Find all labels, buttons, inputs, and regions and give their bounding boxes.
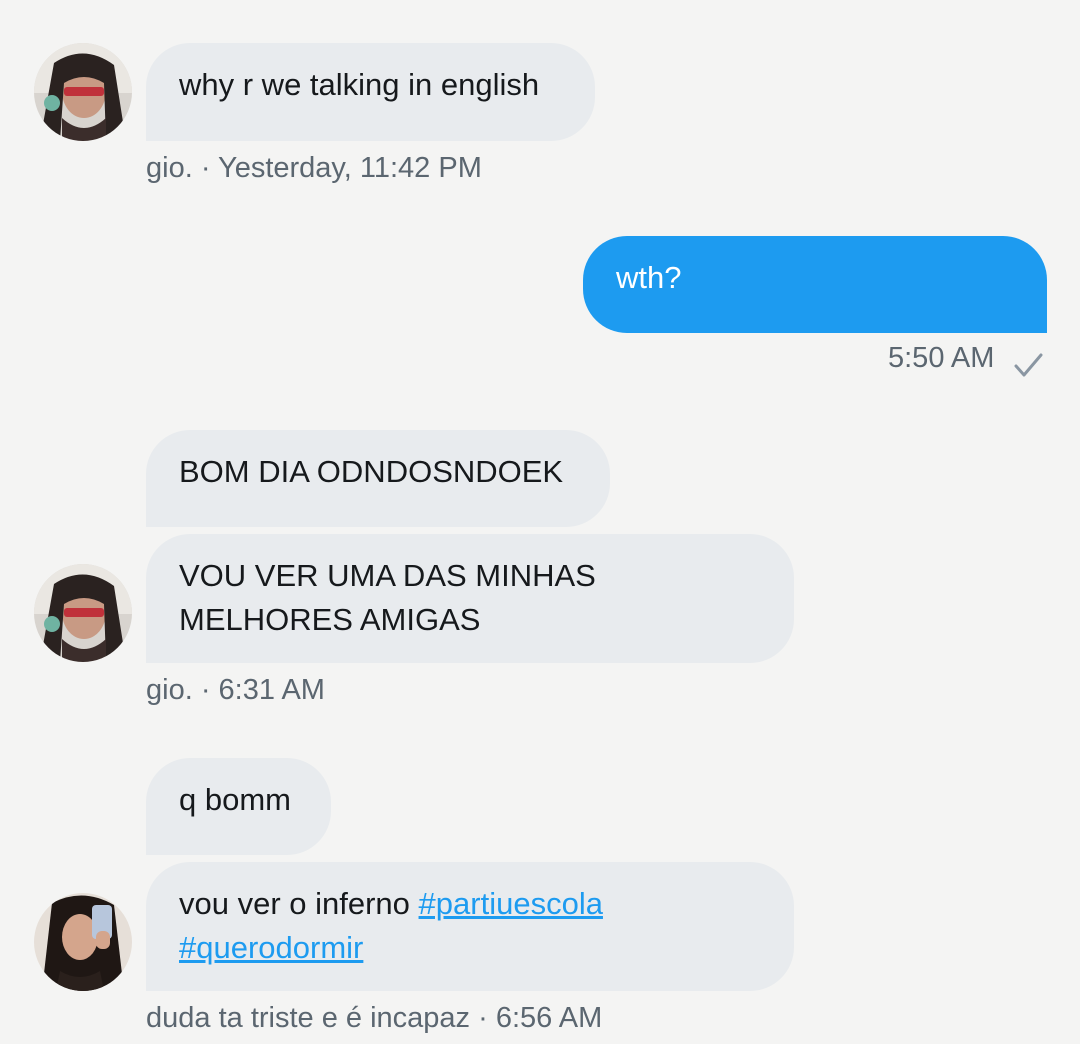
message-meta: 5:50 AM — [888, 340, 994, 376]
sender-name[interactable]: gio. — [146, 152, 193, 184]
message-text: why r we talking in english — [179, 67, 540, 102]
received-message-bubble[interactable]: VOU VER UMA DAS MINHAS MELHORES AMIGAS — [146, 534, 794, 663]
sent-message-bubble[interactable]: wth? — [583, 236, 1047, 333]
message-text-line: MELHORES AMIGAS — [179, 602, 481, 637]
received-message-bubble[interactable]: q bomm — [146, 758, 331, 855]
message-text: q bomm — [179, 782, 291, 817]
message-text-line: #querodormir — [179, 926, 761, 970]
avatar[interactable] — [34, 893, 132, 991]
sender-name[interactable]: gio. — [146, 674, 193, 706]
message-text: wth? — [616, 260, 682, 295]
message-timestamp: Yesterday, 11:42 PM — [218, 152, 482, 184]
avatar[interactable] — [34, 564, 132, 662]
message-timestamp: 6:56 AM — [495, 1002, 603, 1034]
message-meta: gio. · 6:31 AM — [146, 674, 325, 706]
hashtag-link[interactable]: #querodormir — [179, 930, 363, 965]
received-message-bubble[interactable]: BOM DIA ODNDOSNDOEK — [146, 430, 610, 527]
message-meta: duda ta triste e é incapaz · 6:56 AM — [146, 1002, 603, 1034]
message-text-line: VOU VER UMA DAS MINHAS — [179, 558, 596, 593]
message-timestamp: 6:31 AM — [218, 674, 325, 706]
received-message-bubble[interactable]: vou ver o inferno #partiuescola #querodo… — [146, 862, 794, 991]
hashtag-link[interactable]: #partiuescola — [419, 886, 603, 921]
sender-name[interactable]: duda ta triste e é incapaz — [146, 1002, 470, 1034]
message-timestamp: 5:50 AM — [888, 342, 995, 374]
message-thread: why r we talking in english gio. · Yeste… — [0, 0, 1080, 1044]
message-text: vou ver o inferno — [179, 886, 410, 921]
checkmark-icon — [1014, 353, 1043, 377]
received-message-bubble[interactable]: why r we talking in english — [146, 43, 595, 141]
message-meta: gio. · Yesterday, 11:42 PM — [146, 152, 482, 184]
avatar[interactable] — [34, 43, 132, 141]
message-text-line: vou ver o inferno #partiuescola — [179, 882, 761, 926]
message-text: BOM DIA ODNDOSNDOEK — [179, 454, 564, 489]
